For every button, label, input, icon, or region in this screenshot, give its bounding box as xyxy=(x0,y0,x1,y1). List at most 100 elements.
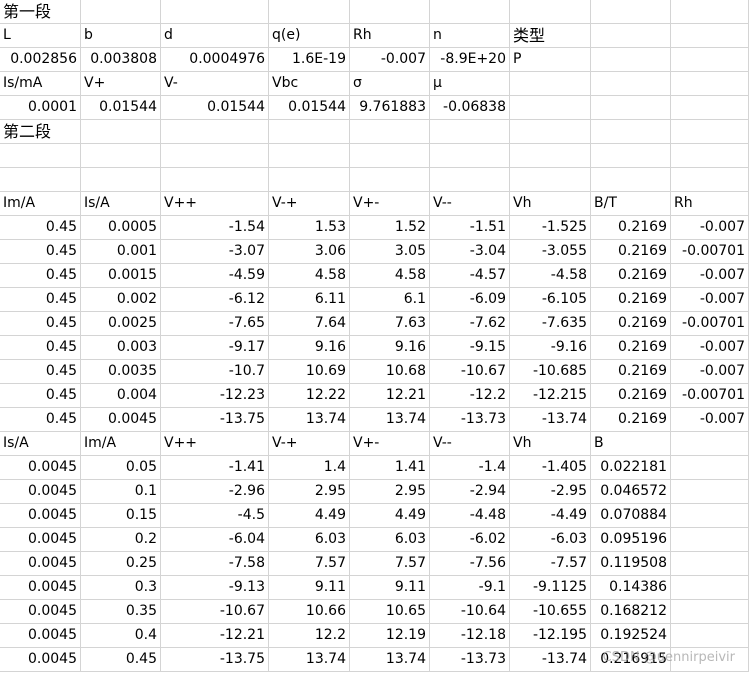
cell[interactable]: -6.02 xyxy=(430,528,510,552)
cell[interactable] xyxy=(350,0,430,24)
cell[interactable]: 9.11 xyxy=(350,576,430,600)
cell[interactable]: 7.64 xyxy=(269,312,350,336)
cell[interactable]: -0.00701 xyxy=(671,384,749,408)
cell[interactable]: 0.0045 xyxy=(0,600,81,624)
cell[interactable]: -0.00701 xyxy=(671,312,749,336)
cell[interactable]: 0.45 xyxy=(0,408,81,432)
cell[interactable]: -13.75 xyxy=(161,408,269,432)
cell[interactable]: Is/A xyxy=(0,432,81,456)
cell[interactable]: 0.25 xyxy=(81,552,161,576)
cell[interactable]: Is/mA xyxy=(0,72,81,96)
cell[interactable]: 0.192524 xyxy=(591,624,671,648)
cell[interactable]: 0.0045 xyxy=(0,576,81,600)
cell[interactable]: n xyxy=(430,24,510,48)
cell[interactable]: 0.0045 xyxy=(0,528,81,552)
cell[interactable]: -2.95 xyxy=(510,480,591,504)
cell[interactable]: 0.0045 xyxy=(0,624,81,648)
cell[interactable]: 10.66 xyxy=(269,600,350,624)
cell[interactable]: -3.055 xyxy=(510,240,591,264)
cell[interactable]: 0.0001 xyxy=(0,96,81,120)
cell[interactable] xyxy=(350,144,430,168)
cell[interactable] xyxy=(671,624,749,648)
cell[interactable]: 类型 xyxy=(510,24,591,48)
cell[interactable] xyxy=(591,48,671,72)
cell[interactable] xyxy=(671,72,749,96)
cell[interactable] xyxy=(350,168,430,192)
cell[interactable]: 7.57 xyxy=(350,552,430,576)
cell[interactable]: 0.14386 xyxy=(591,576,671,600)
cell[interactable]: -12.23 xyxy=(161,384,269,408)
cell[interactable]: Rh xyxy=(671,192,749,216)
cell[interactable]: -4.59 xyxy=(161,264,269,288)
cell[interactable]: V+- xyxy=(350,192,430,216)
cell[interactable]: -7.62 xyxy=(430,312,510,336)
cell[interactable]: -3.04 xyxy=(430,240,510,264)
cell[interactable]: 0.2169 xyxy=(591,336,671,360)
cell[interactable] xyxy=(269,144,350,168)
cell[interactable] xyxy=(671,528,749,552)
cell[interactable]: 1.41 xyxy=(350,456,430,480)
cell[interactable]: 1.53 xyxy=(269,216,350,240)
cell[interactable]: -6.12 xyxy=(161,288,269,312)
cell[interactable]: 0.2169 xyxy=(591,216,671,240)
cell[interactable] xyxy=(81,144,161,168)
cell[interactable]: 0.0045 xyxy=(0,456,81,480)
cell[interactable]: B/T xyxy=(591,192,671,216)
cell[interactable]: 0.0045 xyxy=(0,552,81,576)
cell[interactable]: -6.03 xyxy=(510,528,591,552)
cell[interactable]: -7.58 xyxy=(161,552,269,576)
cell[interactable] xyxy=(591,168,671,192)
cell[interactable]: 13.74 xyxy=(269,408,350,432)
cell[interactable]: 0.01544 xyxy=(269,96,350,120)
cell[interactable]: 1.52 xyxy=(350,216,430,240)
cell[interactable]: 1.6E-19 xyxy=(269,48,350,72)
cell[interactable]: 6.11 xyxy=(269,288,350,312)
cell[interactable]: q(e) xyxy=(269,24,350,48)
cell[interactable]: 0.046572 xyxy=(591,480,671,504)
cell[interactable] xyxy=(81,0,161,24)
cell[interactable]: -2.94 xyxy=(430,480,510,504)
cell[interactable]: 0.2169 xyxy=(591,288,671,312)
cell[interactable]: -13.75 xyxy=(161,648,269,672)
cell[interactable] xyxy=(671,648,749,672)
cell[interactable] xyxy=(510,120,591,144)
cell[interactable]: -13.74 xyxy=(510,648,591,672)
cell[interactable] xyxy=(591,144,671,168)
cell[interactable] xyxy=(510,0,591,24)
cell[interactable]: -1.525 xyxy=(510,216,591,240)
cell[interactable]: Vh xyxy=(510,192,591,216)
cell[interactable]: 4.58 xyxy=(269,264,350,288)
cell[interactable]: 0.45 xyxy=(0,312,81,336)
cell[interactable]: V-+ xyxy=(269,192,350,216)
cell[interactable] xyxy=(671,504,749,528)
cell[interactable]: 0.45 xyxy=(0,216,81,240)
cell[interactable]: 10.68 xyxy=(350,360,430,384)
cell[interactable]: 第一段 xyxy=(0,0,81,24)
cell[interactable]: 13.74 xyxy=(350,408,430,432)
cell[interactable]: V- xyxy=(161,72,269,96)
cell[interactable]: -4.48 xyxy=(430,504,510,528)
cell[interactable] xyxy=(510,168,591,192)
cell[interactable] xyxy=(671,600,749,624)
cell[interactable] xyxy=(430,168,510,192)
cell[interactable]: 0.45 xyxy=(0,240,81,264)
cell[interactable] xyxy=(510,96,591,120)
cell[interactable] xyxy=(350,120,430,144)
cell[interactable]: -9.1 xyxy=(430,576,510,600)
cell[interactable]: -9.17 xyxy=(161,336,269,360)
cell[interactable] xyxy=(81,168,161,192)
cell[interactable]: -8.9E+20 xyxy=(430,48,510,72)
cell[interactable]: -9.13 xyxy=(161,576,269,600)
cell[interactable] xyxy=(671,144,749,168)
cell[interactable]: -12.2 xyxy=(430,384,510,408)
cell[interactable] xyxy=(161,0,269,24)
cell[interactable] xyxy=(671,0,749,24)
cell[interactable]: 0.15 xyxy=(81,504,161,528)
cell[interactable] xyxy=(671,120,749,144)
cell[interactable]: 2.95 xyxy=(269,480,350,504)
cell[interactable]: -0.007 xyxy=(671,216,749,240)
cell[interactable]: Im/A xyxy=(0,192,81,216)
cell[interactable]: -1.51 xyxy=(430,216,510,240)
cell[interactable]: -6.105 xyxy=(510,288,591,312)
cell[interactable]: 0.1 xyxy=(81,480,161,504)
